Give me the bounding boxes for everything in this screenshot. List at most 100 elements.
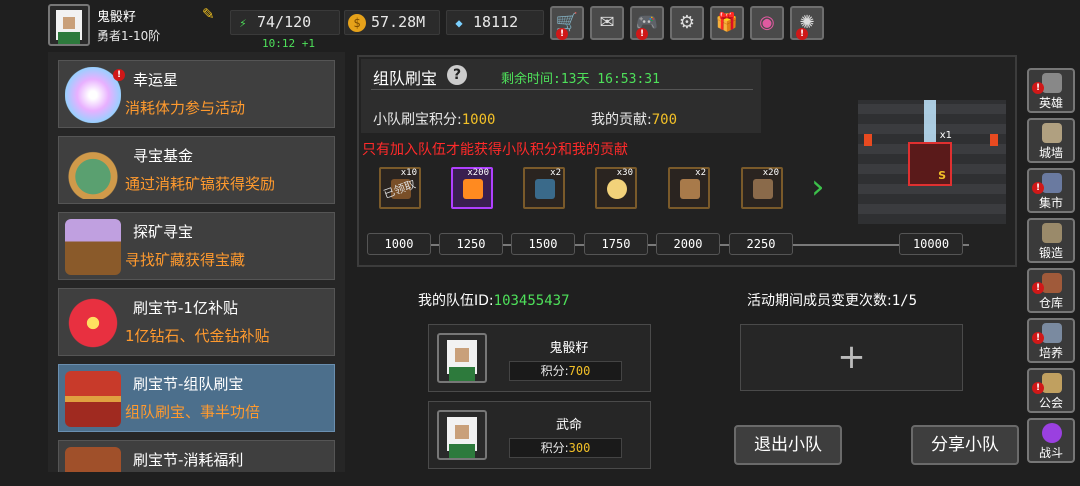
activity-title: 刷宝节-消耗福利 bbox=[133, 451, 244, 469]
nav-guild[interactable]: ! 公会 bbox=[1027, 368, 1075, 413]
helmet-icon bbox=[1042, 73, 1062, 93]
gift-icon: 🎁 bbox=[715, 12, 739, 33]
milestone-marker: 1500 bbox=[511, 233, 575, 255]
member-name: 武命 bbox=[555, 418, 582, 433]
milestone-marker: 10000 bbox=[899, 233, 963, 255]
gold-coin-icon: $ bbox=[348, 14, 366, 32]
player-name: 鬼骰籽 bbox=[97, 10, 137, 25]
reward-item[interactable]: x2 bbox=[668, 167, 710, 209]
grand-prize-card[interactable]: x1 S bbox=[908, 130, 952, 186]
nav-forge[interactable]: 锻造 bbox=[1027, 218, 1075, 263]
nav-hero[interactable]: ! 英雄 bbox=[1027, 68, 1075, 113]
shop-cart-button[interactable]: 🛒 ! bbox=[550, 6, 584, 40]
torch-icon bbox=[990, 134, 998, 146]
leave-team-button[interactable]: 退出小队 bbox=[734, 425, 842, 465]
score-progress-track: 1000 1250 1500 1750 2000 2250 10000 bbox=[359, 233, 1019, 257]
member-name: 鬼骰籽 bbox=[549, 341, 589, 356]
nav-warehouse[interactable]: ! 仓库 bbox=[1027, 268, 1075, 313]
alert-badge: ! bbox=[1032, 332, 1044, 344]
reward-item[interactable]: x30 bbox=[595, 167, 637, 209]
torch-icon bbox=[864, 134, 872, 146]
alert-badge: ! bbox=[796, 28, 808, 40]
alert-badge: ! bbox=[113, 69, 125, 81]
edit-name-icon[interactable]: ✎ bbox=[202, 6, 218, 22]
stamina-counter: ⚡ 74/120 bbox=[230, 10, 340, 35]
team-id: 我的队伍ID:103455437 bbox=[418, 293, 570, 309]
add-member-slot[interactable]: + bbox=[740, 324, 963, 391]
milestone-marker: 1750 bbox=[584, 233, 648, 255]
gamepad-button[interactable]: 🎮 ! bbox=[630, 6, 664, 40]
red-chest-icon bbox=[65, 371, 121, 427]
activity-title: 幸运星 bbox=[133, 71, 179, 89]
anvil-icon bbox=[1042, 223, 1062, 243]
stamina-timer: 10:12 +1 bbox=[262, 37, 315, 50]
share-team-button[interactable]: 分享小队 bbox=[911, 425, 1019, 465]
alert-badge: ! bbox=[1032, 182, 1044, 194]
nav-market[interactable]: ! 集市 bbox=[1027, 168, 1075, 213]
member-score: 积分:300 bbox=[509, 438, 622, 458]
activity-item-treasure-fund[interactable]: 寻宝基金 通过消耗矿镐获得奖励 bbox=[58, 136, 335, 204]
alert-badge: ! bbox=[1032, 82, 1044, 94]
reward-item[interactable]: x10 已领取 bbox=[379, 167, 421, 209]
player-avatar[interactable] bbox=[48, 4, 90, 46]
stamina-value: 74/120 bbox=[257, 13, 312, 31]
event-header: 组队刷宝 ? 剩余时间:13天 16:53:31 小队刷宝积分:1000 我的贡… bbox=[361, 59, 761, 133]
diamond-value: 18112 bbox=[473, 13, 519, 31]
alert-badge: ! bbox=[1032, 282, 1044, 294]
activity-subtitle: 通过消耗矿镐获得奖励 bbox=[125, 175, 276, 193]
fireworks-button[interactable]: ✺ ! bbox=[790, 6, 824, 40]
activity-subtitle: 寻找矿藏获得宝藏 bbox=[125, 251, 246, 269]
avatar bbox=[437, 410, 487, 460]
red-flower-icon bbox=[65, 295, 121, 351]
treasure-chest-icon bbox=[65, 219, 121, 275]
help-icon[interactable]: ? bbox=[447, 65, 467, 85]
member-score: 积分:700 bbox=[509, 361, 622, 381]
mail-button[interactable]: ✉ bbox=[590, 6, 624, 40]
activity-list[interactable]: ! 幸运星 消耗体力参与活动 寻宝基金 通过消耗矿镐获得奖励 探矿寻宝 寻找矿藏… bbox=[48, 52, 345, 472]
game-screen: 鬼骰籽 勇者1-10阶 ✎ ⚡ 74/120 10:12 +1 $ 57.28M… bbox=[0, 0, 1080, 486]
diamond-icon: ◆ bbox=[455, 16, 463, 30]
settings-gear-icon: ⚙ bbox=[678, 12, 696, 33]
money-bag-icon bbox=[65, 143, 121, 199]
reward-item[interactable]: x2 bbox=[523, 167, 565, 209]
settings-button[interactable]: ⚙ bbox=[670, 6, 704, 40]
diamond-counter: ◆ 18112 bbox=[446, 10, 544, 35]
grand-prize-scene: x1 S bbox=[858, 100, 1006, 224]
activity-title: 寻宝基金 bbox=[133, 147, 194, 165]
nav-cultivate[interactable]: ! 培养 bbox=[1027, 318, 1075, 363]
milestone-marker: 2250 bbox=[729, 233, 793, 255]
join-team-warning: 只有加入队伍才能获得小队积分和我的贡献 bbox=[362, 142, 628, 158]
my-contribution: 我的贡献:700 bbox=[591, 112, 678, 128]
remaining-time: 剩余时间:13天 16:53:31 bbox=[501, 72, 660, 87]
activity-item-team-treasure[interactable]: 刷宝节-组队刷宝 组队刷宝、事半功倍 bbox=[58, 364, 335, 432]
activity-subtitle: 消耗体力参与活动 bbox=[125, 99, 246, 117]
avatar bbox=[437, 333, 487, 383]
event-title: 组队刷宝 bbox=[373, 69, 438, 88]
alert-badge: ! bbox=[636, 28, 648, 40]
team-member-card[interactable]: 武命 积分:300 bbox=[428, 401, 651, 469]
market-stall-icon bbox=[1042, 173, 1062, 193]
reward-item[interactable]: x20 bbox=[741, 167, 783, 209]
alert-badge: ! bbox=[556, 28, 568, 40]
reward-item[interactable]: x200 bbox=[451, 167, 493, 209]
warehouse-icon bbox=[1042, 273, 1062, 293]
guild-emblem-icon bbox=[1042, 373, 1062, 393]
team-treasure-panel: 组队刷宝 ? 剩余时间:13天 16:53:31 小队刷宝积分:1000 我的贡… bbox=[357, 55, 1017, 267]
castle-wall-icon bbox=[1042, 123, 1062, 143]
team-member-card[interactable]: 鬼骰籽 积分:700 bbox=[428, 324, 651, 392]
activity-item-consume-welfare[interactable]: 刷宝节-消耗福利 bbox=[58, 440, 335, 472]
activity-item-subsidy[interactable]: 刷宝节-1亿补贴 1亿钻石、代金钻补贴 bbox=[58, 288, 335, 356]
activity-subtitle: 组队刷宝、事半功倍 bbox=[125, 403, 261, 421]
nav-wall[interactable]: 城墙 bbox=[1027, 118, 1075, 163]
activity-item-lucky-star[interactable]: ! 幸运星 消耗体力参与活动 bbox=[58, 60, 335, 128]
top-bar: 鬼骰籽 勇者1-10阶 ✎ ⚡ 74/120 10:12 +1 $ 57.28M… bbox=[0, 0, 1080, 50]
mail-icon: ✉ bbox=[599, 12, 615, 33]
milestone-marker: 1250 bbox=[439, 233, 503, 255]
nav-battle[interactable]: 战斗 bbox=[1027, 418, 1075, 463]
training-icon bbox=[1042, 323, 1062, 343]
activity-subtitle: 1亿钻石、代金钻补贴 bbox=[125, 327, 270, 345]
activity-item-mining[interactable]: 探矿寻宝 寻找矿藏获得宝藏 bbox=[58, 212, 335, 280]
color-wheel-button[interactable]: ◉ bbox=[750, 6, 784, 40]
gift-button[interactable]: 🎁 bbox=[710, 6, 744, 40]
chevron-right-icon: › bbox=[811, 167, 825, 207]
